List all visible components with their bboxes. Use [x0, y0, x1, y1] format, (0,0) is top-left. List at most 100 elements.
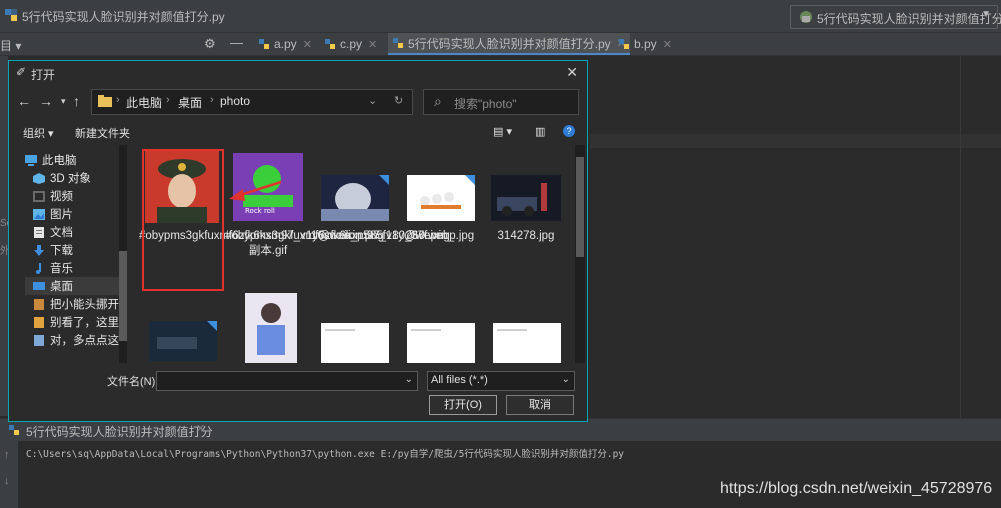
tree-label: 桌面	[50, 281, 73, 293]
close-icon[interactable]: ✕	[196, 422, 205, 435]
current-line-highlight	[590, 134, 1001, 148]
address-row: ← → ▾ ↑ › 此电脑 › 桌面 › photo ⌄ ↻ ⌕ 搜索"phot…	[9, 87, 587, 117]
breadcrumb-this-pc[interactable]: 此电脑	[126, 94, 162, 111]
up-arrow-icon[interactable]: ↑	[73, 93, 80, 109]
close-icon[interactable]: ✕	[566, 64, 578, 81]
tree-item-downloads[interactable]: 下载	[33, 241, 145, 259]
file-item[interactable]	[311, 293, 397, 363]
tree-item-3d-objects[interactable]: 3D 对象	[33, 169, 145, 187]
file-item[interactable]	[483, 293, 569, 363]
help-icon[interactable]: ?	[563, 125, 575, 137]
python-file-icon	[325, 39, 335, 49]
tree-item-file-2[interactable]: 别看了，这里	[33, 313, 119, 331]
tree-label: 此电脑	[42, 155, 77, 167]
file-list-scrollbar-thumb[interactable]	[576, 157, 584, 257]
run-configuration-dropdown[interactable]: 5行代码实现人脸识别并对颜值打分 ▼	[790, 5, 1001, 29]
file-name: #obypms3gkfuxmf6zfk6kxm97_v1y@weixin_副本.…	[225, 230, 454, 257]
search-placeholder: 搜索"photo"	[454, 97, 517, 111]
new-folder-button[interactable]: 新建文件夹	[75, 125, 130, 141]
file-name: 16sucai_p585f180_37f.png	[311, 230, 450, 242]
file-item[interactable]: 260.webp.jpg	[397, 149, 483, 285]
tree-item-pictures[interactable]: 图片	[33, 205, 145, 223]
tab-label: b.py	[634, 37, 657, 51]
minimize-icon[interactable]: —	[230, 35, 243, 50]
breadcrumb-separator: ›	[210, 94, 214, 106]
refresh-icon[interactable]: ↻	[394, 94, 403, 107]
folder-icon	[98, 95, 112, 107]
python-file-icon	[5, 9, 17, 21]
file-name: 260.webp.jpg	[405, 230, 475, 242]
svg-text:Rock roll: Rock roll	[245, 207, 275, 215]
dialog-title-bar: ✐ 打开 ✕	[9, 61, 587, 85]
music-icon	[36, 262, 41, 274]
file-item[interactable]: Rock roll #obypms3gkfuxmf6zfk6kxm97_v1y@…	[225, 149, 454, 285]
chevron-down-icon[interactable]: ⌄	[368, 94, 377, 107]
filename-input[interactable]: ⌄	[156, 371, 418, 391]
gear-icon[interactable]: ⚙	[204, 36, 216, 52]
file-item[interactable]	[225, 293, 311, 363]
open-file-dialog: ✐ 打开 ✕ ← → ▾ ↑ › 此电脑 › 桌面 › photo ⌄ ↻ ⌕ …	[8, 60, 588, 422]
close-icon[interactable]: ✕	[303, 38, 312, 51]
thumbnail-image	[407, 175, 475, 221]
pictures-icon	[33, 208, 45, 220]
python-run-icon	[800, 11, 812, 23]
file-name: 314278.jpg	[497, 230, 555, 242]
file-type-filter[interactable]: All files (*.*) ⌄	[427, 371, 575, 391]
address-bar[interactable]: › 此电脑 › 桌面 › photo ⌄ ↻	[91, 89, 413, 115]
recent-locations-icon[interactable]: ▾	[61, 96, 66, 107]
chevron-down-icon[interactable]: ⌄	[405, 374, 413, 385]
dialog-title: 打开	[31, 68, 56, 82]
thumbnail-image	[149, 321, 217, 361]
tree-item-file-3[interactable]: 对，多点点这	[33, 331, 119, 349]
file-item[interactable]	[397, 293, 483, 363]
breadcrumb-photo[interactable]: photo	[220, 94, 250, 108]
scroll-down-icon[interactable]: ↓	[4, 475, 10, 487]
navigation-pane: 此电脑 3D 对象 视频 图片 文档 下载 音乐 桌面 把小能头挪开 别看了，这…	[9, 145, 129, 363]
organize-button[interactable]: 组织 ▾	[23, 125, 54, 141]
tab-active-file[interactable]: 5行代码实现人脸识别并对颜值打分.py ✕	[388, 33, 630, 55]
ide-title-bar: 5行代码实现人脸识别并对颜值打分.py 5行代码实现人脸识别并对颜值打分 ▼	[0, 0, 1001, 33]
forward-arrow-icon[interactable]: →	[39, 93, 53, 109]
tab-b-py[interactable]: b.py ✕	[618, 33, 672, 55]
feather-icon: ✐	[16, 65, 27, 79]
preview-pane-icon[interactable]: ▥	[535, 125, 545, 138]
computer-icon	[25, 154, 37, 166]
tree-item-desktop[interactable]: 桌面	[25, 277, 127, 295]
open-button[interactable]: 打开(O)	[429, 395, 497, 415]
tree-item-documents[interactable]: 文档	[33, 223, 145, 241]
python-file-icon	[393, 38, 403, 48]
scroll-up-icon[interactable]: ↑	[4, 449, 10, 461]
file-icon	[34, 334, 44, 346]
breadcrumb-desktop[interactable]: 桌面	[178, 94, 202, 111]
tab-label: a.py	[274, 37, 297, 51]
search-input[interactable]: ⌕ 搜索"photo"	[423, 89, 579, 115]
tab-a-py[interactable]: a.py ✕	[258, 33, 312, 55]
tree-item-music[interactable]: 音乐	[33, 259, 145, 277]
editor-tab-bar: 目 ▾ ⚙ — a.py ✕ c.py ✕ 5行代码实现人脸识别并对颜值打分.p…	[0, 33, 1001, 56]
watermark: https://blog.csdn.net/weixin_45728976	[720, 480, 993, 497]
back-arrow-icon[interactable]: ←	[17, 93, 31, 109]
right-margin-guide	[960, 56, 961, 418]
file-icon	[34, 316, 44, 328]
run-toolbar: ↑ ↓	[0, 441, 18, 508]
thumbnail-image	[321, 175, 389, 221]
view-options-icon[interactable]: ▤ ▾	[493, 125, 512, 138]
cancel-button[interactable]: 取消	[506, 395, 574, 415]
tab-label: c.py	[340, 37, 363, 51]
file-item[interactable]: 314278.jpg	[483, 149, 569, 285]
download-icon	[34, 244, 44, 256]
tab-c-py[interactable]: c.py ✕	[324, 33, 377, 55]
navigation-scrollbar-thumb[interactable]	[119, 251, 127, 341]
thumbnail-image	[245, 293, 297, 363]
tree-label: 视频	[50, 191, 73, 203]
file-item[interactable]	[139, 293, 225, 363]
tree-item-file-1[interactable]: 把小能头挪开	[33, 295, 119, 313]
desktop-icon	[33, 281, 45, 290]
tree-item-video[interactable]: 视频	[33, 187, 145, 205]
video-icon	[33, 190, 45, 202]
close-icon[interactable]: ✕	[368, 38, 377, 51]
close-icon[interactable]: ✕	[663, 38, 672, 51]
file-item[interactable]: 16sucai_p585f180_37f.png	[311, 149, 450, 285]
structure-menu-icon[interactable]: 目 ▾	[0, 37, 21, 54]
thumbnail-image	[491, 175, 561, 221]
